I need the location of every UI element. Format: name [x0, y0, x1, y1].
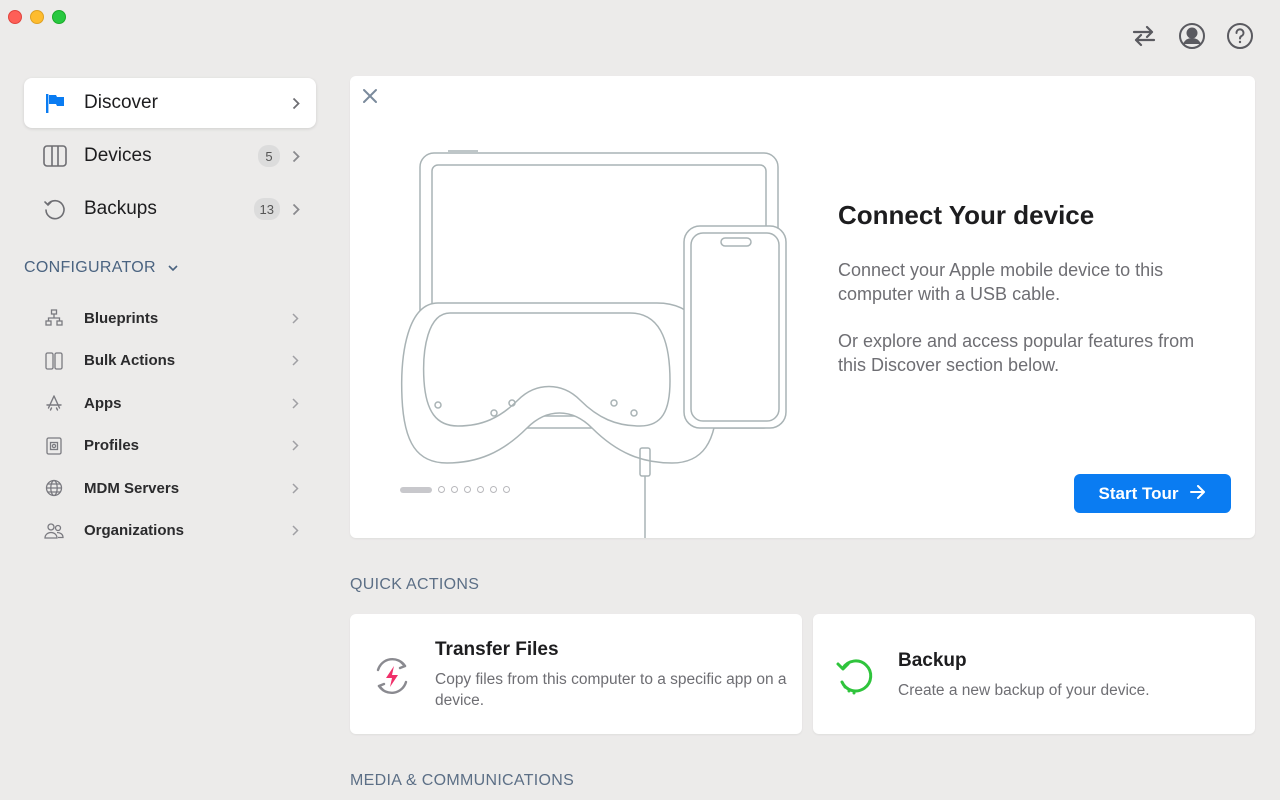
backup-card[interactable]: Backup Create a new backup of your devic… [813, 614, 1255, 734]
sidebar-item-label: Organizations [84, 522, 185, 540]
sidebar-item-organizations[interactable]: Organizations [24, 510, 316, 553]
configurator-section-header[interactable]: CONFIGURATOR [24, 259, 316, 277]
transfer-files-icon [370, 654, 414, 698]
section-title: CONFIGURATOR [24, 259, 156, 276]
quick-actions-header: QUICK ACTIONS [350, 576, 480, 593]
toolbar-icons [1130, 22, 1254, 50]
card-description: Copy files from this computer to a speci… [435, 671, 787, 709]
sidebar-item-label: Devices [84, 145, 152, 166]
help-icon[interactable] [1226, 22, 1254, 50]
globe-icon [44, 478, 64, 498]
chevron-right-icon [292, 355, 304, 366]
media-communications-header: MEDIA & COMMUNICATIONS [350, 772, 575, 789]
sidebar-item-label: Blueprints [84, 309, 159, 327]
pager-dot[interactable] [490, 486, 497, 493]
chevron-right-icon [292, 150, 304, 163]
chevron-right-icon [292, 440, 304, 451]
sidebar-item-devices[interactable]: Devices 5 [24, 131, 316, 181]
chevron-right-icon [292, 97, 304, 110]
pager-dot[interactable] [477, 486, 484, 493]
card-title: Transfer Files [435, 639, 559, 660]
sidebar-item-label: Bulk Actions [84, 352, 176, 370]
close-icon[interactable] [360, 86, 380, 106]
connect-device-panel: Connect Your device Connect your Apple m… [350, 76, 1255, 538]
apps-icon [44, 393, 64, 413]
sidebar-item-label: MDM Servers [84, 479, 180, 497]
flag-icon [42, 90, 68, 116]
blueprints-icon [44, 308, 64, 328]
chevron-right-icon [292, 203, 304, 216]
card-description: Create a new backup of your device. [898, 682, 1150, 699]
close-window-button[interactable] [8, 10, 22, 24]
chevron-right-icon [292, 398, 304, 409]
sidebar-item-label: Apps [84, 394, 122, 412]
pager-dot[interactable] [451, 486, 458, 493]
minimize-window-button[interactable] [30, 10, 44, 24]
card-title: Backup [898, 650, 967, 671]
sidebar-item-blueprints[interactable]: Blueprints [24, 297, 316, 340]
bulk-actions-icon [44, 351, 64, 371]
pager-dot[interactable] [503, 486, 510, 493]
chevron-down-icon [168, 261, 178, 275]
chevron-right-icon [292, 525, 304, 536]
account-icon[interactable] [1178, 22, 1206, 50]
start-tour-label: Start Tour [1098, 483, 1179, 503]
window-controls [8, 10, 66, 24]
hero-description: Connect your Apple mobile device to this… [838, 260, 1164, 304]
pager-dot[interactable] [438, 486, 445, 493]
sidebar-item-apps[interactable]: Apps [24, 382, 316, 425]
profiles-icon [44, 436, 64, 456]
count-badge: 13 [253, 198, 280, 220]
devices-illustration [398, 148, 798, 538]
pager-dot-active[interactable] [400, 486, 432, 493]
start-tour-button[interactable]: Start Tour [1074, 474, 1231, 513]
sidebar-item-discover[interactable]: Discover [24, 78, 316, 128]
sidebar-item-mdm-servers[interactable]: MDM Servers [24, 467, 316, 510]
hero-description-secondary: Or explore and access popular features f… [838, 331, 1195, 375]
sidebar-item-profiles[interactable]: Profiles [24, 425, 316, 468]
backup-refresh-icon [833, 654, 877, 698]
sidebar-item-backups[interactable]: Backups 13 [24, 184, 316, 234]
pager-dot[interactable] [464, 486, 471, 493]
backup-icon [42, 196, 68, 222]
hero-title: Connect Your device [838, 200, 1095, 230]
zoom-window-button[interactable] [52, 10, 66, 24]
arrow-right-icon [1190, 484, 1206, 504]
sidebar-item-label: Backups [84, 198, 157, 219]
organizations-icon [44, 521, 64, 541]
sidebar-item-label: Profiles [84, 437, 140, 455]
sidebar: Discover Devices 5 Backups 13 CONFIGURAT… [24, 78, 316, 552]
count-badge: 5 [258, 145, 280, 167]
transfer-files-card[interactable]: Transfer Files Copy files from this comp… [350, 614, 802, 734]
transfer-arrows-icon[interactable] [1130, 22, 1158, 50]
devices-icon [42, 143, 68, 169]
chevron-right-icon [292, 313, 304, 324]
sidebar-item-label: Discover [84, 92, 158, 113]
chevron-right-icon [292, 483, 304, 494]
sidebar-item-bulk-actions[interactable]: Bulk Actions [24, 340, 316, 383]
carousel-pager [400, 486, 510, 493]
